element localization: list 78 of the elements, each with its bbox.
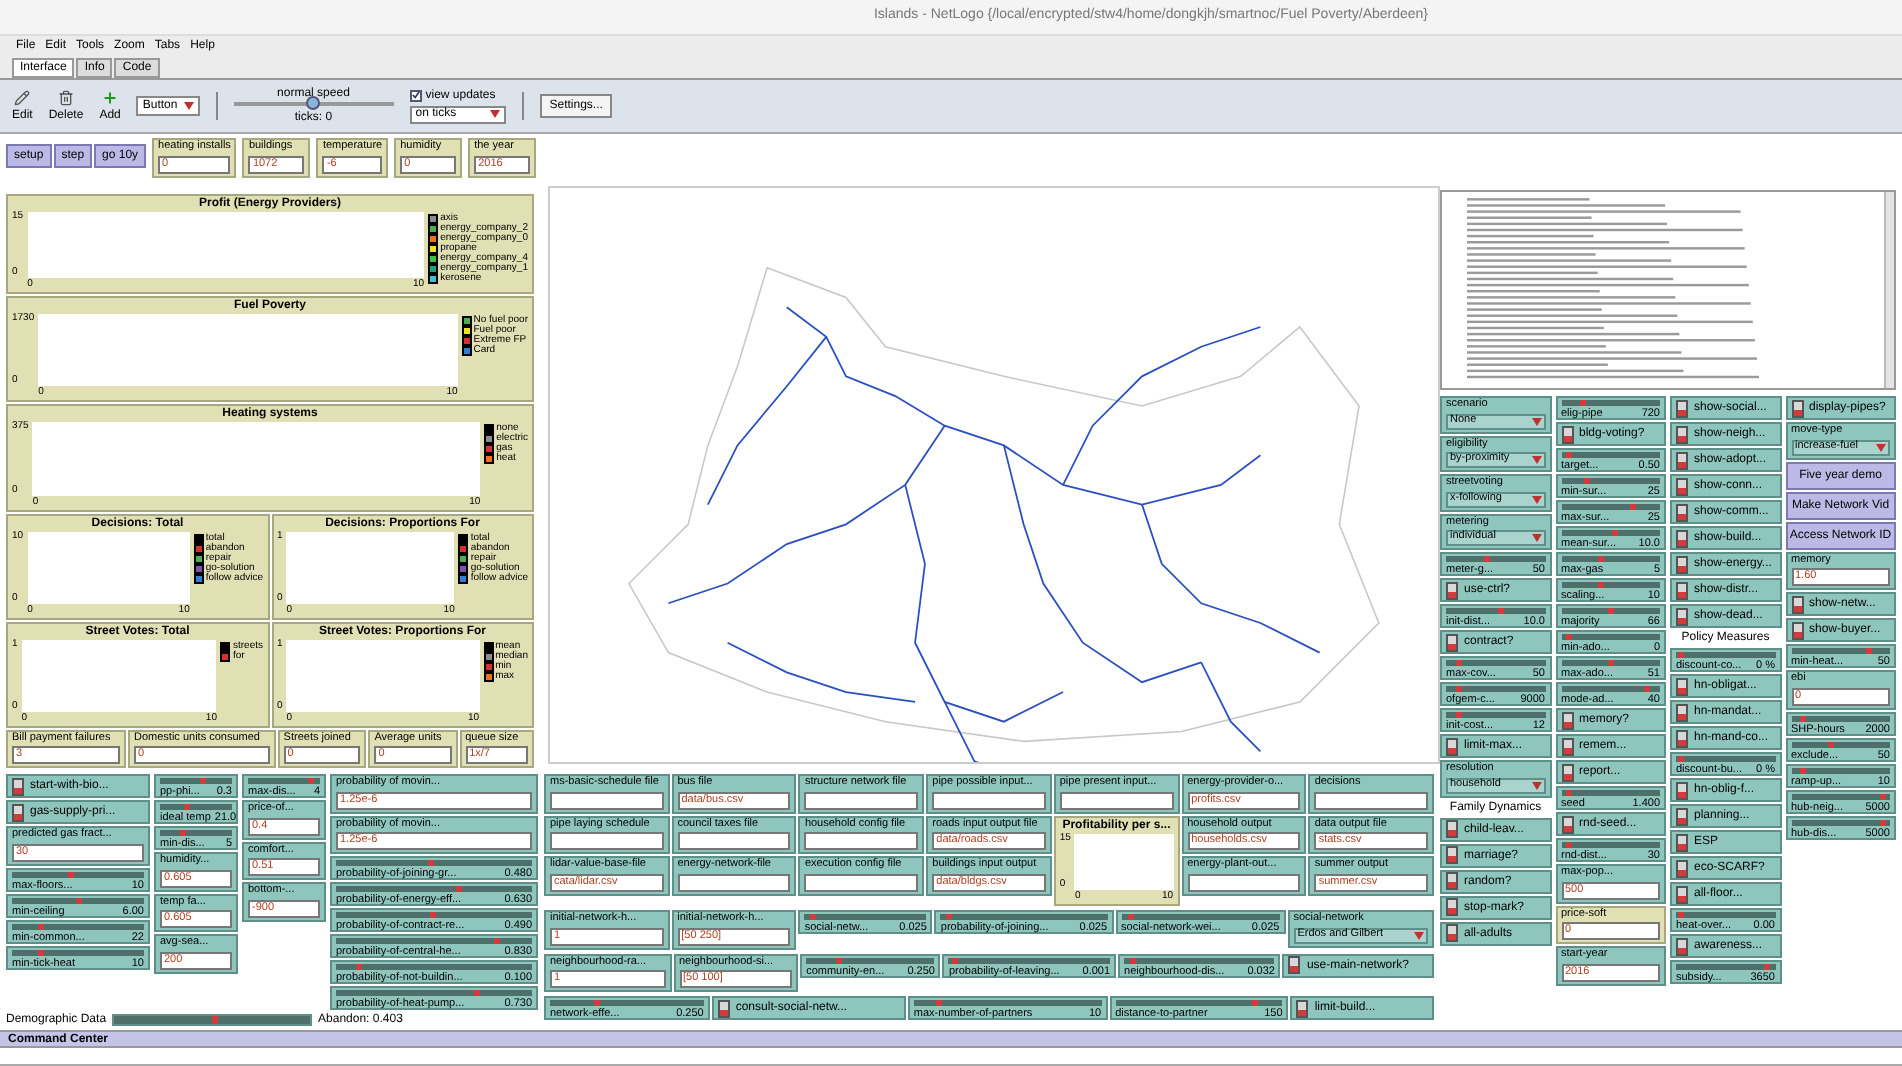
slider-thumb[interactable] bbox=[1800, 715, 1807, 721]
input-field[interactable] bbox=[804, 832, 919, 850]
slider-thumb[interactable] bbox=[1129, 957, 1136, 963]
input-field[interactable] bbox=[677, 832, 791, 850]
slider-thumb[interactable] bbox=[75, 897, 81, 903]
slider-thumb[interactable] bbox=[1607, 660, 1614, 666]
slider-thumb[interactable] bbox=[1879, 793, 1886, 799]
command-input[interactable] bbox=[0, 1048, 1902, 1066]
slider-thumb[interactable] bbox=[1565, 452, 1572, 458]
input-field[interactable] bbox=[804, 791, 919, 809]
caret-icon bbox=[1414, 931, 1425, 939]
caret-icon bbox=[1531, 781, 1541, 789]
input-field[interactable] bbox=[1059, 791, 1174, 809]
slider-thumb[interactable] bbox=[307, 778, 314, 784]
input-field[interactable] bbox=[677, 873, 791, 891]
caret-icon bbox=[183, 102, 194, 110]
caret-icon bbox=[1531, 456, 1541, 464]
input-field[interactable] bbox=[932, 791, 1046, 809]
slider-thumb[interactable] bbox=[474, 990, 481, 996]
slider-thumb[interactable] bbox=[1584, 478, 1591, 484]
slider-thumb[interactable] bbox=[945, 914, 952, 920]
slider-thumb[interactable] bbox=[1455, 660, 1462, 666]
slider-thumb[interactable] bbox=[1764, 964, 1771, 970]
slider-thumb[interactable] bbox=[1483, 556, 1490, 562]
slider-thumb[interactable] bbox=[1455, 686, 1462, 692]
slider-thumb[interactable] bbox=[1252, 1000, 1259, 1006]
slider-thumb[interactable] bbox=[37, 949, 44, 955]
slider-thumb[interactable] bbox=[935, 1000, 942, 1006]
input-field[interactable] bbox=[1187, 873, 1301, 891]
slider-thumb[interactable] bbox=[1630, 504, 1637, 510]
slider-thumb[interactable] bbox=[1598, 556, 1605, 562]
slider-thumb[interactable] bbox=[37, 923, 44, 929]
slider-thumb[interactable] bbox=[179, 830, 186, 836]
pencil-icon bbox=[14, 90, 31, 106]
slider-thumb[interactable] bbox=[183, 804, 190, 810]
speed-slider-thumb[interactable] bbox=[306, 96, 321, 110]
input-field[interactable] bbox=[1314, 791, 1429, 809]
slider-thumb[interactable] bbox=[1644, 686, 1651, 692]
slider-thumb[interactable] bbox=[1607, 608, 1614, 614]
slider-thumb[interactable] bbox=[1677, 912, 1684, 918]
slider-thumb[interactable] bbox=[68, 871, 75, 877]
slider-thumb[interactable] bbox=[594, 1000, 601, 1006]
slider-thumb[interactable] bbox=[455, 886, 462, 892]
slider-thumb[interactable] bbox=[199, 778, 206, 784]
slider-thumb[interactable] bbox=[1612, 530, 1619, 536]
slider-thumb[interactable] bbox=[1865, 648, 1872, 654]
input-field[interactable] bbox=[550, 832, 664, 850]
slider-thumb[interactable] bbox=[493, 938, 500, 944]
caret-icon bbox=[1531, 534, 1541, 542]
slider-thumb[interactable] bbox=[1800, 767, 1807, 773]
slider-thumb[interactable] bbox=[1565, 634, 1572, 640]
slider-thumb[interactable] bbox=[1565, 842, 1572, 848]
slider-thumb[interactable] bbox=[1677, 652, 1684, 658]
caret-icon bbox=[1531, 417, 1541, 425]
slider-thumb[interactable] bbox=[1565, 790, 1572, 796]
slider-thumb[interactable] bbox=[1677, 756, 1684, 762]
caret-icon bbox=[1531, 495, 1541, 503]
plus-icon bbox=[102, 90, 119, 106]
slider-thumb[interactable] bbox=[1879, 819, 1886, 825]
caret-icon bbox=[489, 110, 500, 118]
slider-thumb[interactable] bbox=[952, 957, 958, 963]
slider-thumb[interactable] bbox=[810, 914, 817, 920]
slider-thumb[interactable] bbox=[1598, 582, 1605, 588]
scrollbar[interactable] bbox=[1884, 192, 1894, 388]
plot-area bbox=[1074, 833, 1174, 890]
slider-thumb[interactable] bbox=[836, 957, 843, 963]
caret-icon bbox=[1876, 443, 1886, 451]
input-field[interactable] bbox=[804, 873, 919, 891]
slider-thumb[interactable] bbox=[1579, 400, 1586, 406]
slider-thumb[interactable] bbox=[1455, 712, 1462, 718]
slider-thumb[interactable] bbox=[355, 964, 361, 970]
slider-thumb[interactable] bbox=[1828, 741, 1835, 747]
slider-thumb[interactable] bbox=[429, 912, 436, 918]
slider-thumb[interactable] bbox=[1127, 914, 1134, 920]
trash-icon bbox=[58, 90, 75, 106]
input-field[interactable] bbox=[550, 791, 664, 809]
slider-thumb[interactable] bbox=[1497, 608, 1504, 614]
slider-thumb[interactable] bbox=[427, 860, 434, 866]
